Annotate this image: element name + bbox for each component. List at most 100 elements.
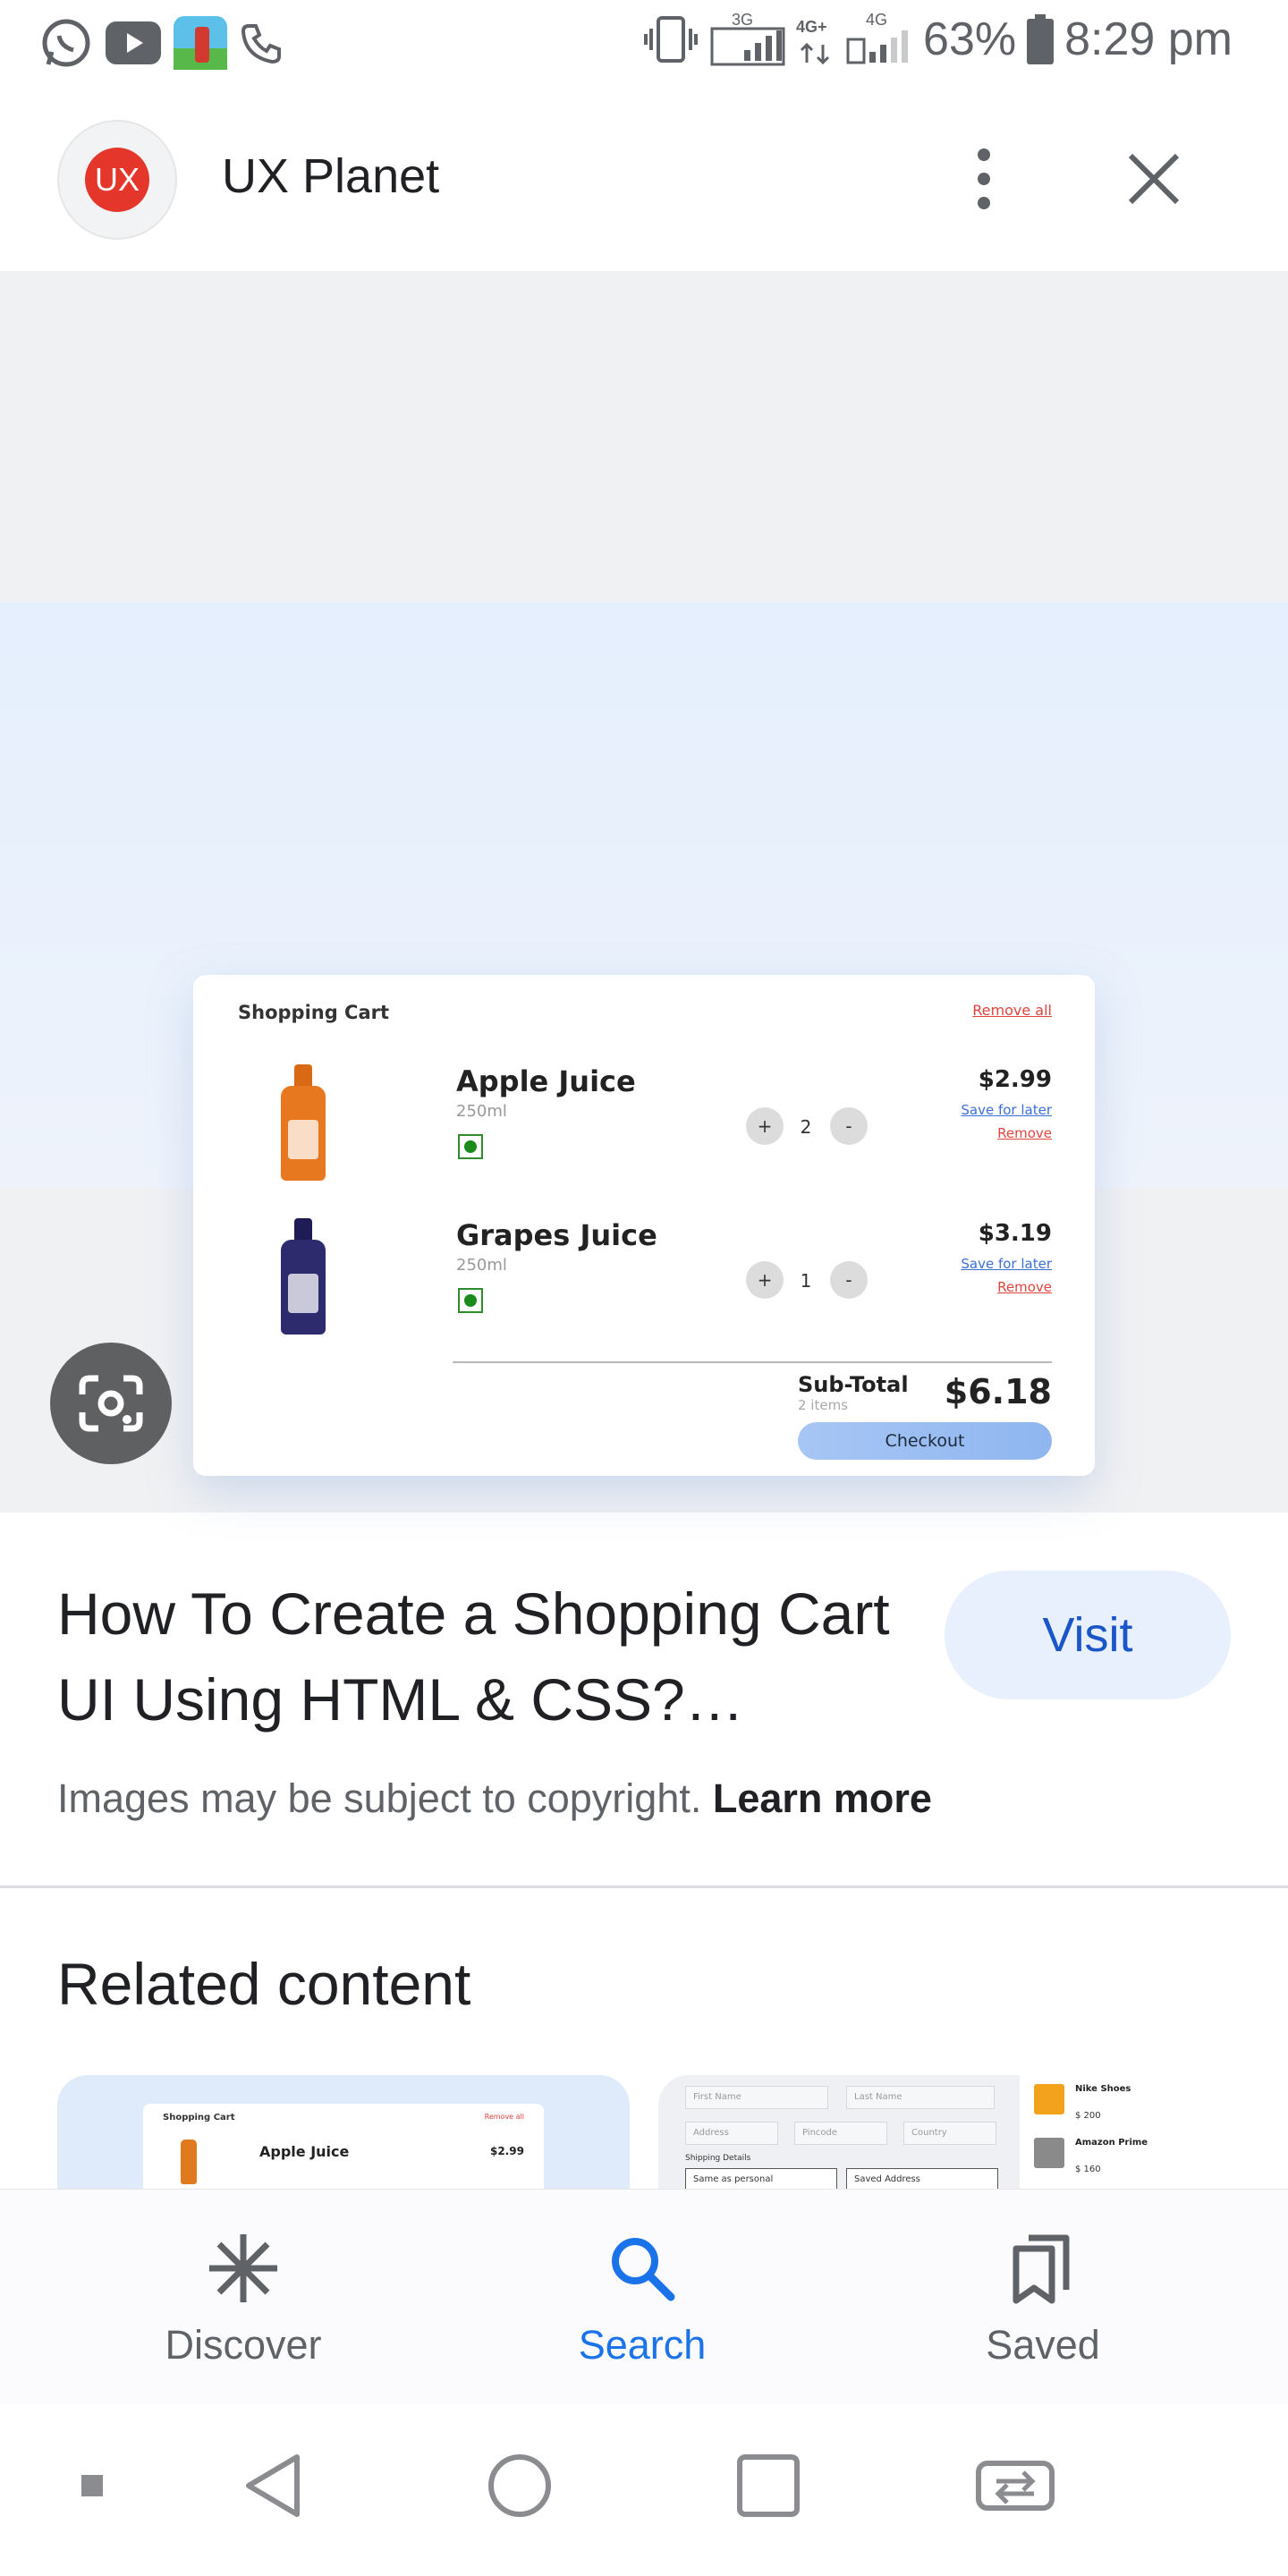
system-home-button[interactable] xyxy=(470,2436,569,2535)
header: UX UX Planet xyxy=(0,89,1288,268)
thumb-product-name: Amazon Prime xyxy=(1075,2138,1148,2148)
phone-icon xyxy=(241,24,281,64)
back-icon xyxy=(246,2454,300,2517)
thumb-field: Last Name xyxy=(846,2086,995,2109)
nav-discover[interactable]: Discover xyxy=(109,2225,377,2377)
increase-quantity-button: + xyxy=(746,1107,784,1145)
item-volume: 250ml xyxy=(456,1256,507,1275)
save-for-later-link: Save for later xyxy=(961,1102,1052,1118)
recents-icon xyxy=(737,2454,800,2517)
thumb-option: Saved Address xyxy=(846,2168,998,2191)
site-logo-badge: UX xyxy=(85,148,149,212)
bottle-image xyxy=(281,1218,326,1335)
nav-saved[interactable]: Saved xyxy=(909,2225,1177,2377)
lens-search-button[interactable] xyxy=(50,1343,172,1464)
item-name: Apple Juice xyxy=(456,1064,636,1098)
system-recents-button[interactable] xyxy=(719,2436,818,2535)
thumb-field: First Name xyxy=(685,2086,828,2109)
game-app-icon xyxy=(174,16,227,70)
thumb-product: Nike Shoes $ 200 xyxy=(1034,2080,1222,2131)
system-back-button[interactable] xyxy=(224,2436,322,2535)
decrease-quantity-button: - xyxy=(830,1107,868,1145)
square-dot-icon xyxy=(81,2475,103,2496)
nav-label: Search xyxy=(578,2322,707,2368)
copyright-notice: Images may be subject to copyright. Lear… xyxy=(57,1775,932,1822)
thumb-remove-all: Remove all xyxy=(484,2113,524,2121)
related-thumbnail[interactable]: First Name Last Name Address Pincode Cou… xyxy=(658,2075,1231,2191)
thumb-bottle-image xyxy=(181,2140,197,2184)
vibrate-icon xyxy=(644,16,699,63)
result-title[interactable]: How To Create a Shopping Cart UI Using H… xyxy=(57,1571,916,1742)
system-navigation-bar xyxy=(0,2404,1288,2576)
thumb-cart-title: Shopping Cart xyxy=(163,2113,235,2123)
thumb-item-price: $2.99 xyxy=(490,2145,524,2157)
switch-apps-icon xyxy=(976,2461,1055,2511)
remove-item-link: Remove xyxy=(997,1125,1052,1141)
whatsapp-icon xyxy=(42,19,90,67)
cart-item: Grapes Juice 250ml + 1 - $3.19 Save for … xyxy=(193,1209,1095,1361)
visit-button[interactable]: Visit xyxy=(945,1571,1231,1699)
save-for-later-link: Save for later xyxy=(961,1256,1052,1272)
signal-4g: 4G xyxy=(846,11,912,66)
status-bar: 3G 4G+ 4G 63% 8:29 pm xyxy=(0,0,1288,89)
cart-title: Shopping Cart xyxy=(238,1002,390,1023)
cart-item: Apple Juice 250ml + 2 - $2.99 Save for l… xyxy=(193,1055,1095,1208)
battery-icon xyxy=(1027,14,1055,64)
battery-percent: 63% xyxy=(923,13,1017,65)
veg-mark-icon xyxy=(458,1288,483,1313)
image-preview[interactable]: Shopping Cart Remove all Apple Juice 250… xyxy=(0,271,1288,1513)
preview-image: Shopping Cart Remove all Apple Juice 250… xyxy=(0,602,1288,1476)
status-left-icons xyxy=(39,16,284,70)
bottle-image xyxy=(281,1064,326,1181)
subtotal-label: Sub-Total xyxy=(798,1372,909,1397)
quantity-value: 1 xyxy=(800,1270,812,1292)
nav-search[interactable]: Search xyxy=(508,2225,776,2377)
system-dot-button[interactable] xyxy=(43,2436,141,2535)
checkout-button: Checkout xyxy=(798,1422,1052,1460)
thumb-field: Pincode xyxy=(794,2122,887,2145)
item-price: $2.99 xyxy=(978,1066,1052,1093)
related-content-heading: Related content xyxy=(57,1951,471,2017)
shopping-cart-card: Shopping Cart Remove all Apple Juice 250… xyxy=(193,975,1095,1476)
nav-label: Discover xyxy=(165,2322,322,2368)
thumb-option: Same as personal xyxy=(685,2168,837,2191)
status-right: 3G 4G+ 4G 63% 8:29 pm xyxy=(642,11,1233,66)
decrease-quantity-button: - xyxy=(830,1261,868,1299)
section-divider xyxy=(0,1885,1288,1888)
thumb-product: Amazon Prime $ 160 xyxy=(1034,2134,1222,2184)
thumbnail-product-list: Nike Shoes $ 200 Amazon Prime $ 160 xyxy=(1020,2075,1231,2191)
system-switch-button[interactable] xyxy=(966,2436,1064,2535)
thumb-product-name: Nike Shoes xyxy=(1075,2084,1131,2094)
bottom-navigation: Discover Search Saved xyxy=(0,2190,1288,2404)
signal-3g: 3G xyxy=(710,11,785,66)
remove-all-link: Remove all xyxy=(972,1002,1052,1019)
subtotal-items: 2 items xyxy=(798,1397,849,1413)
thumb-product-image xyxy=(1034,2138,1064,2168)
copyright-text: Images may be subject to copyright. xyxy=(57,1775,702,1821)
bookmarks-icon xyxy=(1000,2225,1086,2311)
veg-mark-icon xyxy=(458,1134,483,1159)
site-name: UX Planet xyxy=(222,149,440,203)
search-icon xyxy=(599,2225,685,2311)
related-thumbnail[interactable]: Shopping Cart Remove all Apple Juice $2.… xyxy=(57,2075,630,2191)
subtotal-value: $6.18 xyxy=(944,1372,1052,1411)
item-name: Grapes Juice xyxy=(456,1218,657,1252)
thumb-item-name: Apple Juice xyxy=(259,2143,350,2160)
thumb-shipping-details: Shipping Details xyxy=(685,2154,751,2163)
thumb-product-price: $ 200 xyxy=(1075,2111,1101,2121)
asterisk-icon xyxy=(200,2225,286,2311)
thumb-product-price: $ 160 xyxy=(1075,2165,1101,2174)
increase-quantity-button: + xyxy=(746,1261,784,1299)
nav-label: Saved xyxy=(986,2322,1100,2368)
youtube-icon xyxy=(106,21,161,64)
more-options-button[interactable] xyxy=(955,143,1013,215)
close-button[interactable] xyxy=(1118,143,1190,215)
item-price: $3.19 xyxy=(978,1220,1052,1247)
close-icon xyxy=(1128,153,1180,205)
thumb-field: Address xyxy=(685,2122,778,2145)
lens-icon xyxy=(79,1375,143,1432)
learn-more-link[interactable]: Learn more xyxy=(713,1775,932,1821)
thumbnail-form: First Name Last Name Address Pincode Cou… xyxy=(658,2075,1016,2191)
thumbnail-cart-card: Shopping Cart Remove all Apple Juice $2.… xyxy=(143,2104,544,2191)
site-logo[interactable]: UX xyxy=(57,120,177,240)
